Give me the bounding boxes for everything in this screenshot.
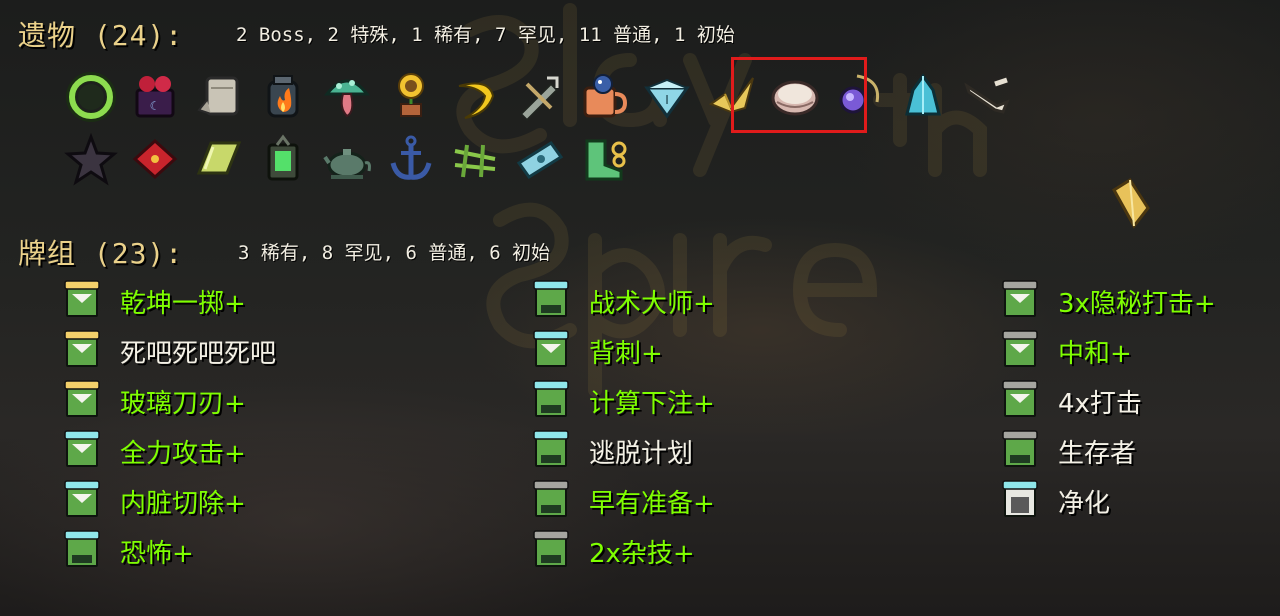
card-entry[interactable]: 4x打击 bbox=[1000, 376, 1216, 426]
card-attack-icon bbox=[531, 379, 589, 423]
boot-icon[interactable] bbox=[574, 130, 632, 188]
card-name: 4x打击 bbox=[1058, 388, 1142, 419]
card-name: 2x杂技+ bbox=[589, 538, 695, 569]
card-entry[interactable]: 3x隐秘打击+ bbox=[1000, 276, 1216, 326]
card-name: 背刺+ bbox=[589, 338, 663, 369]
card-name: 逃脱计划 bbox=[589, 438, 694, 469]
card-name: 净化 bbox=[1058, 488, 1111, 519]
card-name: 3x隐秘打击+ bbox=[1058, 288, 1216, 319]
card-name: 恐怖+ bbox=[120, 538, 194, 569]
card-entry[interactable]: 战术大师+ bbox=[531, 276, 715, 326]
card-entry[interactable]: 2x杂技+ bbox=[531, 526, 715, 576]
card-entry[interactable]: 乾坤一掷+ bbox=[62, 276, 276, 326]
banana-icon[interactable] bbox=[446, 67, 504, 125]
gold-bar-icon[interactable] bbox=[190, 130, 248, 188]
card-name: 战术大师+ bbox=[589, 288, 715, 319]
card-name: 乾坤一掷+ bbox=[120, 288, 246, 319]
bone-icon[interactable] bbox=[958, 67, 1016, 125]
chopsticks-icon[interactable] bbox=[446, 130, 504, 188]
relic-row-2 bbox=[62, 130, 632, 188]
card-attack-icon bbox=[531, 529, 589, 573]
star-icon[interactable] bbox=[62, 130, 120, 188]
floating-gem-icon bbox=[1111, 177, 1150, 229]
ring-icon[interactable] bbox=[62, 67, 120, 125]
card-attack-icon bbox=[1000, 429, 1058, 473]
card-attack-icon bbox=[531, 479, 589, 523]
ticket-icon[interactable] bbox=[510, 130, 568, 188]
card-name: 内脏切除+ bbox=[120, 488, 246, 519]
svg-text:☾: ☾ bbox=[150, 99, 161, 113]
deck-column-3: 3x隐秘打击+ 中和+ 4x打击生存者净化 bbox=[1000, 276, 1216, 526]
card-name: 计算下注+ bbox=[589, 388, 715, 419]
cursed-box-icon[interactable]: ☾ bbox=[126, 67, 184, 125]
deck-column-1: 乾坤一掷+ 死吧死吧死吧 玻璃刀刃+ 全力攻击+ 内脏切除+ 恐怖+ bbox=[62, 276, 276, 576]
card-skill-icon bbox=[62, 279, 120, 323]
card-skill-icon bbox=[62, 429, 120, 473]
card-entry[interactable]: 死吧死吧死吧 bbox=[62, 326, 276, 376]
card-power-icon bbox=[1000, 479, 1058, 523]
card-name: 玻璃刀刃+ bbox=[120, 388, 246, 419]
shuriken-icon[interactable] bbox=[510, 67, 568, 125]
sunflower-icon[interactable] bbox=[382, 67, 440, 125]
card-skill-icon bbox=[62, 479, 120, 523]
card-attack-icon bbox=[531, 279, 589, 323]
card-entry[interactable]: 净化 bbox=[1000, 476, 1216, 526]
mug-icon[interactable] bbox=[574, 67, 632, 125]
card-name: 中和+ bbox=[1058, 338, 1132, 369]
card-entry[interactable]: 生存者 bbox=[1000, 426, 1216, 476]
prism-icon[interactable]: I bbox=[638, 67, 696, 125]
anchor-icon[interactable] bbox=[382, 130, 440, 188]
card-entry[interactable]: 早有准备+ bbox=[531, 476, 715, 526]
relics-summary: 2 Boss, 2 特殊, 1 稀有, 7 罕见, 11 普通, 1 初始 bbox=[236, 24, 735, 46]
relics-title: 遗物 (24): bbox=[18, 19, 184, 52]
card-entry[interactable]: 内脏切除+ bbox=[62, 476, 276, 526]
card-entry[interactable]: 全力攻击+ bbox=[62, 426, 276, 476]
fire-jar-icon[interactable] bbox=[254, 67, 312, 125]
card-name: 全力攻击+ bbox=[120, 438, 246, 469]
card-skill-icon bbox=[1000, 329, 1058, 373]
svg-text:I: I bbox=[665, 93, 669, 107]
deck-column-2: 战术大师+ 背刺+ 计算下注+ 逃脱计划早有准备+ 2x杂技+ bbox=[531, 276, 715, 576]
deck-summary: 3 稀有, 8 罕见, 6 普通, 6 初始 bbox=[238, 242, 551, 264]
card-entry[interactable]: 中和+ bbox=[1000, 326, 1216, 376]
card-name: 早有准备+ bbox=[589, 488, 715, 519]
mushroom-icon[interactable] bbox=[318, 67, 376, 125]
deck-title: 牌组 (23): bbox=[18, 237, 184, 270]
card-skill-icon bbox=[1000, 279, 1058, 323]
card-attack-icon bbox=[62, 529, 120, 573]
card-entry[interactable]: 背刺+ bbox=[531, 326, 715, 376]
relic-selection-highlight bbox=[731, 57, 867, 133]
card-entry[interactable]: 恐怖+ bbox=[62, 526, 276, 576]
card-skill-icon bbox=[531, 329, 589, 373]
lantern-icon[interactable] bbox=[254, 130, 312, 188]
card-name: 生存者 bbox=[1058, 438, 1137, 469]
card-entry[interactable]: 计算下注+ bbox=[531, 376, 715, 426]
card-attack-icon bbox=[531, 429, 589, 473]
card-skill-icon bbox=[1000, 379, 1058, 423]
card-name: 死吧死吧死吧 bbox=[120, 338, 277, 369]
relic-row-1: ☾ I bbox=[62, 67, 1016, 125]
card-skill-icon bbox=[62, 379, 120, 423]
crystal-icon[interactable] bbox=[894, 67, 952, 125]
card-skill-icon bbox=[62, 329, 120, 373]
teapot-icon[interactable] bbox=[318, 130, 376, 188]
cushion-icon[interactable] bbox=[126, 130, 184, 188]
card-entry[interactable]: 玻璃刀刃+ bbox=[62, 376, 276, 426]
bandage-icon[interactable] bbox=[190, 67, 248, 125]
card-entry[interactable]: 逃脱计划 bbox=[531, 426, 715, 476]
